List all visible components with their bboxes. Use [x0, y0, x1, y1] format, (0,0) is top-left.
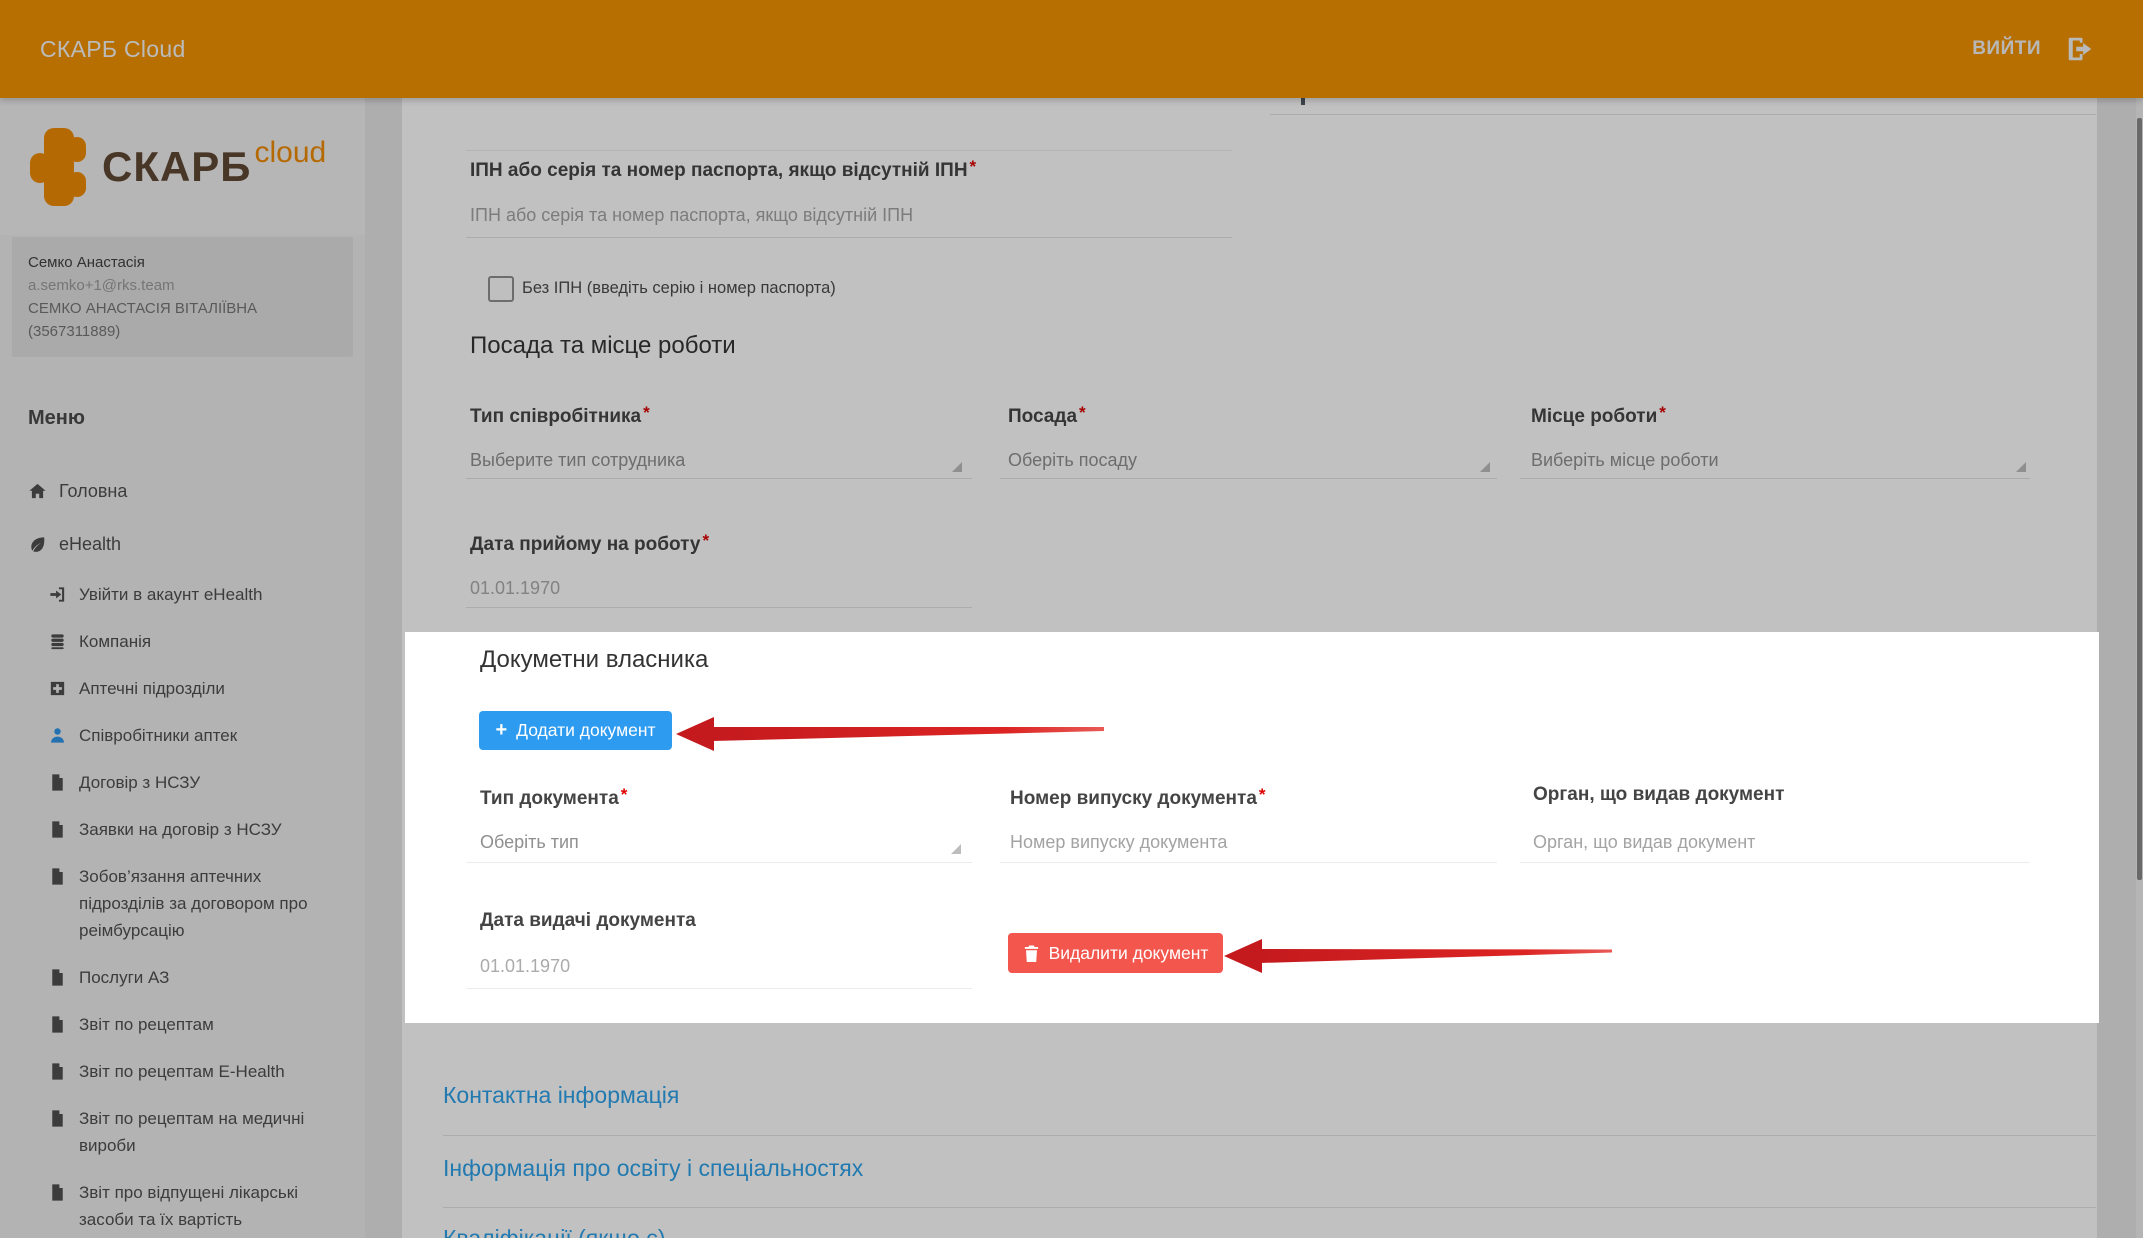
doc-type-select[interactable]: Оберіть тип: [480, 832, 579, 853]
doc-type-underline: [466, 862, 972, 863]
doc-number-label-text: Номер випуску документа: [1010, 788, 1257, 809]
doc-issuer-input[interactable]: Орган, що видав документ: [1533, 832, 1755, 853]
doc-number-underline: [1000, 862, 1497, 863]
doc-number-input[interactable]: Номер випуску документа: [1010, 832, 1227, 853]
delete-document-button[interactable]: Видалити документ: [1008, 933, 1223, 973]
doc-type-label-text: Тип документа: [480, 788, 619, 809]
app-screen: СКАРБ Cloud ВИЙТИ СКАРБ cloud Семко Анас…: [0, 0, 2143, 1238]
doc-type-label: Тип документа*: [480, 782, 627, 812]
plus-icon: +: [495, 720, 507, 740]
add-document-button-label: Додати документ: [516, 720, 655, 741]
doc-date-label-text: Дата видачі документа: [480, 910, 696, 931]
doc-date-label: Дата видачі документа: [480, 908, 696, 934]
documents-section-title: Докуметни власника: [480, 646, 708, 674]
doc-issuer-label-text: Орган, що видав документ: [1533, 784, 1784, 805]
delete-document-button-label: Видалити документ: [1049, 943, 1209, 964]
required-asterisk: *: [1259, 785, 1266, 804]
required-asterisk: *: [621, 785, 628, 804]
tour-dim-overlay: [0, 0, 2143, 1238]
add-document-button[interactable]: + Додати документ: [479, 711, 672, 750]
doc-date-underline: [466, 988, 972, 989]
doc-issuer-label: Орган, що видав документ: [1533, 782, 1784, 808]
select-dropdown-indicator: [951, 844, 961, 854]
doc-issuer-underline: [1520, 862, 2030, 863]
owner-documents-section: Докуметни власника + Додати документ Тип…: [405, 632, 2099, 1023]
trash-icon: [1023, 944, 1040, 963]
doc-number-label: Номер випуску документа*: [1010, 782, 1266, 812]
doc-date-input[interactable]: 01.01.1970: [480, 956, 570, 977]
